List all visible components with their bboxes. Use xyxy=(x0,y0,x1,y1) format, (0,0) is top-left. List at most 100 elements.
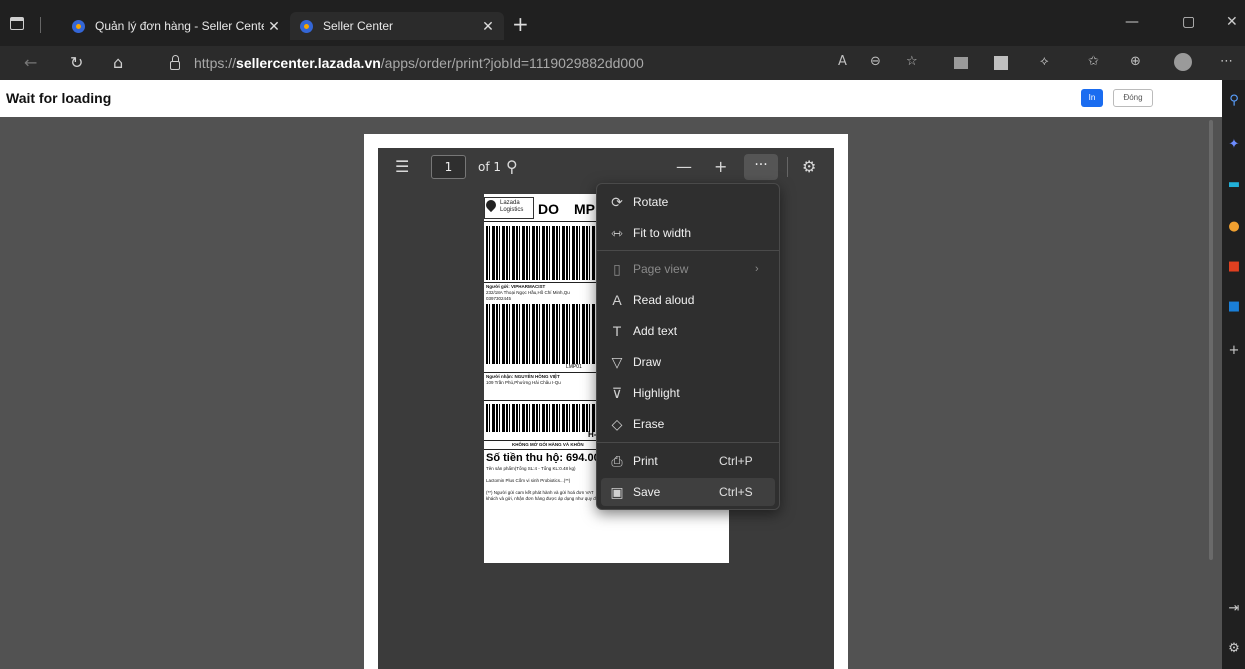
lazada-favicon-icon xyxy=(72,19,85,33)
menu-item-label: Fit to width xyxy=(633,226,692,240)
hide-sidebar-icon[interactable]: ⇥ xyxy=(1227,602,1241,616)
pdf-search-icon[interactable]: ⚲ xyxy=(506,157,518,176)
brand-text: Lazada Logistics xyxy=(500,200,524,213)
heart-icon xyxy=(484,197,499,213)
sidebar-settings-icon[interactable]: ⚙ xyxy=(1227,642,1241,656)
scrollbar[interactable] xyxy=(1209,120,1213,560)
page-header: Wait for loading In Đóng xyxy=(0,80,1222,117)
toolbar-separator xyxy=(787,157,788,177)
new-tab-button[interactable]: + xyxy=(512,12,529,36)
menu-item-label: Add text xyxy=(633,324,678,338)
extension-a-icon[interactable] xyxy=(994,56,1008,70)
erase-icon: ◇ xyxy=(611,415,623,432)
lazada-logo: Lazada Logistics xyxy=(484,197,523,218)
office-icon[interactable]: ■ xyxy=(1227,260,1241,274)
barcode-bottom xyxy=(486,404,596,432)
menu-item-add-text[interactable]: T Add text xyxy=(601,317,775,345)
note-line-1: (**) Người gửi cam kết phát hành và gửi … xyxy=(486,490,594,495)
extensions-puzzle-icon[interactable]: ⟡ xyxy=(1040,54,1049,69)
menu-item-label: Print xyxy=(633,454,658,468)
back-icon[interactable]: ← xyxy=(24,53,37,72)
tracking-suffix: LMP01 xyxy=(566,364,582,370)
window-close-icon[interactable]: ✕ xyxy=(1226,14,1238,30)
product-summary: Tên sản phẩm(Tổng SL:4 - Tổng KL:0.48 kg… xyxy=(486,466,576,471)
pdf-settings-icon[interactable]: ⚙ xyxy=(802,157,816,176)
shopping-icon[interactable]: ▬ xyxy=(1227,178,1241,192)
outlook-icon[interactable]: ■ xyxy=(1227,300,1241,314)
menu-item-print[interactable]: ⎙ Print Ctrl+P xyxy=(601,447,775,475)
sender-address: 232/18A Thoại Ngọc Hầu,Hồ Chí Minh,Qu xyxy=(486,290,570,295)
tools-icon[interactable]: ● xyxy=(1227,220,1241,234)
search-icon[interactable]: ⚲ xyxy=(1227,94,1241,108)
fit-width-icon: ⇿ xyxy=(611,224,623,241)
zoom-out-icon[interactable]: — xyxy=(676,157,692,176)
lock-icon[interactable] xyxy=(170,54,180,70)
tab-strip: Quản lý đơn hàng - Seller Center ✕ Selle… xyxy=(0,0,1245,46)
menu-item-save[interactable]: ▣ Save Ctrl+S xyxy=(601,478,775,506)
menu-item-label: Erase xyxy=(633,417,665,431)
sender-phone: 0397302445 xyxy=(486,296,512,301)
draw-icon: ▽ xyxy=(611,353,623,370)
profile-avatar[interactable] xyxy=(1174,53,1192,71)
chevron-right-icon: › xyxy=(755,263,759,275)
copilot-icon[interactable]: ✦ xyxy=(1227,138,1241,152)
rotate-icon: ⟳ xyxy=(611,193,623,210)
tab-close-icon[interactable]: ✕ xyxy=(478,18,498,35)
minimize-icon[interactable]: — xyxy=(1125,14,1139,30)
tab-close-icon[interactable]: ✕ xyxy=(264,18,284,35)
page-view-icon: ▯ xyxy=(613,260,621,277)
tab-actions-icon[interactable] xyxy=(10,17,24,30)
tab-title: Quản lý đơn hàng - Seller Center xyxy=(95,19,264,33)
pdf-more-menu: ⟳ Rotate ⇿ Fit to width ▯ Page view › A … xyxy=(596,183,780,510)
menu-item-draw[interactable]: ▽ Draw xyxy=(601,348,775,376)
add-sidebar-icon[interactable]: + xyxy=(1227,344,1241,358)
menu-item-fit-to-width[interactable]: ⇿ Fit to width xyxy=(601,219,775,247)
extension-icon[interactable] xyxy=(954,57,968,69)
favorite-icon[interactable]: ☆ xyxy=(906,54,918,69)
menu-item-shortcut: Ctrl+S xyxy=(719,485,753,499)
page-total: of 1 xyxy=(478,160,502,174)
tab-actions[interactable] xyxy=(6,14,58,36)
favorites-list-icon[interactable]: ✩ xyxy=(1088,54,1099,69)
receiver-name: Người nhận: NGUYỄN HỒNG VIỆT xyxy=(486,374,560,379)
menu-item-label: Save xyxy=(633,485,661,499)
warning-text: KHÔNG MỞ GÓI HÀNG VÀ KHÔN xyxy=(512,442,584,447)
home-icon[interactable]: ⌂ xyxy=(113,53,123,72)
menu-item-highlight[interactable]: ⊽ Highlight xyxy=(601,379,775,407)
menu-item-read-aloud[interactable]: A Read aloud xyxy=(601,286,775,314)
save-icon: ▣ xyxy=(610,483,624,500)
edge-sidebar: ⚲ ✦ ▬ ● ■ ■ + ⇥ ⚙ xyxy=(1222,80,1245,669)
read-aloud-icon: A xyxy=(612,292,622,308)
close-button[interactable]: Đóng xyxy=(1113,89,1153,107)
menu-item-page-view[interactable]: ▯ Page view › xyxy=(601,255,775,283)
zoom-in-icon[interactable]: + xyxy=(714,157,727,176)
url-input[interactable]: https://sellercenter.lazada.vn/apps/orde… xyxy=(160,50,945,76)
menu-separator xyxy=(597,442,779,443)
page-number-input[interactable]: 1 xyxy=(431,155,466,179)
menu-item-erase[interactable]: ◇ Erase xyxy=(601,410,775,438)
menu-item-label: Read aloud xyxy=(633,293,695,307)
lazada-favicon-icon xyxy=(300,19,313,33)
route-code-do: DO xyxy=(538,201,559,217)
pdf-more-button[interactable]: ··· xyxy=(744,154,778,180)
restore-icon[interactable]: ▢ xyxy=(1182,14,1195,30)
zoom-icon[interactable]: ⊖ xyxy=(870,54,881,69)
table-of-contents-icon[interactable]: ☰ xyxy=(395,157,409,176)
note-line-2: khách và gửi, nhận đơn hàng được áp dụng… xyxy=(486,496,602,501)
read-aloud-toolbar-icon[interactable]: A xyxy=(838,54,847,69)
collections-icon[interactable]: ⊕ xyxy=(1130,54,1141,69)
highlight-icon: ⊽ xyxy=(611,384,623,401)
add-text-icon: T xyxy=(612,323,622,339)
tab-seller-center[interactable]: Seller Center ✕ xyxy=(290,12,504,40)
menu-item-rotate[interactable]: ⟳ Rotate xyxy=(601,188,775,216)
refresh-icon[interactable]: ↻ xyxy=(70,53,83,72)
tab-title: Seller Center xyxy=(323,19,394,33)
barcode-top xyxy=(486,226,596,280)
menu-item-label: Highlight xyxy=(633,386,680,400)
address-bar-row: ← ↻ ⌂ https://sellercenter.lazada.vn/app… xyxy=(0,46,1245,80)
tab-separator xyxy=(40,17,41,33)
tab-order-management[interactable]: Quản lý đơn hàng - Seller Center ✕ xyxy=(62,12,290,40)
cod-amount: Số tiền thu hộ: 694.000 xyxy=(486,452,606,464)
settings-more-icon[interactable]: ⋯ xyxy=(1220,54,1233,69)
print-button[interactable]: In xyxy=(1081,89,1103,107)
